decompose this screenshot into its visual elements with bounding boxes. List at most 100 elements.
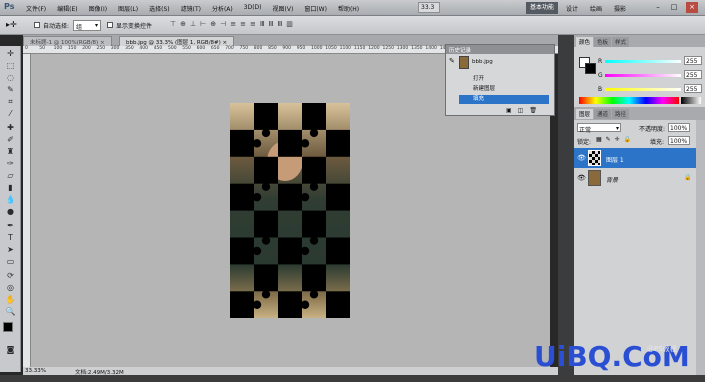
auto-select-checkbox[interactable]	[34, 21, 40, 28]
zoom-tool-icon[interactable]: 🔍	[5, 306, 16, 317]
layer-name[interactable]: 背景	[606, 175, 618, 184]
auto-align-icon[interactable]: ▥	[286, 20, 293, 28]
zoom-level-field[interactable]: 33.3	[418, 2, 440, 13]
lock-position-icon[interactable]: ✛	[615, 136, 620, 143]
visibility-eye-icon[interactable]: 👁	[577, 174, 586, 182]
background-swatch[interactable]	[585, 63, 596, 74]
snapshot-icon[interactable]: ◫	[518, 107, 524, 114]
menu-filter[interactable]: 滤镜(T)	[181, 4, 201, 13]
marquee-tool-icon[interactable]: ⬚	[5, 60, 16, 71]
fill-field[interactable]: 100%	[668, 136, 690, 145]
close-icon[interactable]: ×	[686, 2, 698, 13]
blur-tool-icon[interactable]: 💧	[5, 194, 16, 205]
layer-row-1[interactable]: 👁 图层 1	[574, 148, 696, 168]
tab-bbb[interactable]: bbb.jpg @ 33.3% (图层 1, RGB/8#) ×	[119, 36, 235, 46]
tab-styles[interactable]: 样式	[612, 37, 630, 47]
b-value[interactable]: 255	[684, 84, 702, 93]
g-value[interactable]: 255	[684, 70, 702, 79]
shape-tool-icon[interactable]: ▭	[5, 256, 16, 267]
history-item-new-layer[interactable]: 新建图层	[459, 85, 549, 94]
align-vcenter-icon[interactable]: ⊕	[180, 20, 186, 28]
3d-rotate-tool-icon[interactable]: ⟳	[5, 270, 16, 281]
tab-paths[interactable]: 路径	[612, 109, 630, 119]
align-left-icon[interactable]: ⊢	[200, 20, 206, 28]
quick-select-tool-icon[interactable]: ✎	[5, 84, 16, 95]
menu-analysis[interactable]: 分析(A)	[212, 4, 233, 13]
hand-tool-icon[interactable]: ✋	[5, 294, 16, 305]
distribute-left-icon[interactable]: Ⅲ	[260, 20, 265, 28]
r-value[interactable]: 255	[684, 56, 702, 65]
path-select-tool-icon[interactable]: ➤	[5, 244, 16, 255]
lock-all-icon[interactable]: 🔒	[624, 136, 631, 143]
tab-layers[interactable]: 图层	[576, 109, 594, 119]
status-zoom[interactable]: 33.33%	[25, 368, 46, 374]
healing-tool-icon[interactable]: ✚	[5, 122, 16, 133]
puzzle-image[interactable]	[230, 103, 350, 318]
quick-mask-icon[interactable]: ◙	[5, 344, 16, 355]
layers-scrollbar[interactable]	[696, 120, 705, 375]
history-panel-title[interactable]: 历史记录	[446, 45, 554, 54]
menu-edit[interactable]: 编辑(E)	[57, 4, 77, 13]
align-bottom-icon[interactable]: ⊥	[190, 20, 196, 28]
opacity-field[interactable]: 100%	[668, 123, 690, 132]
color-spectrum[interactable]	[579, 97, 679, 104]
b-slider[interactable]	[605, 88, 681, 91]
show-transform-checkbox[interactable]	[107, 21, 113, 28]
menu-help[interactable]: 帮助(H)	[338, 4, 359, 13]
menu-view[interactable]: 视图(V)	[273, 4, 294, 13]
snapshot-name[interactable]: bbb.jpg	[472, 59, 493, 65]
eyedropper-tool-icon[interactable]: ⁄	[5, 108, 16, 119]
foreground-color-swatch[interactable]	[3, 322, 13, 332]
3d-orbit-tool-icon[interactable]: ◎	[5, 282, 16, 293]
pen-tool-icon[interactable]: ✒	[5, 220, 16, 231]
tab-swatches[interactable]: 色板	[594, 37, 612, 47]
workspace-design[interactable]: 设计	[566, 4, 578, 13]
lock-transparency-icon[interactable]: ▦	[596, 136, 602, 143]
history-item-fill[interactable]: 填充	[459, 95, 549, 104]
workspace-photography[interactable]: 摄影	[614, 4, 626, 13]
workspace-essentials-button[interactable]: 基本功能	[526, 2, 558, 14]
menu-select[interactable]: 选择(S)	[149, 4, 170, 13]
type-tool-icon[interactable]: T	[5, 232, 16, 243]
move-tool-icon[interactable]: ▸✛	[6, 20, 17, 29]
trash-icon[interactable]: 🗑	[529, 107, 537, 114]
g-slider[interactable]	[605, 74, 681, 77]
tab-untitled[interactable]: 未标题-1 @ 100%(RGB/8) ×	[23, 36, 112, 46]
minimize-icon[interactable]: –	[652, 2, 664, 13]
r-slider[interactable]	[605, 60, 681, 63]
workspace-painting[interactable]: 绘画	[590, 4, 602, 13]
distribute-bottom-icon[interactable]: ≡	[250, 20, 256, 28]
grayscale-ramp[interactable]	[681, 97, 701, 104]
lock-pixels-icon[interactable]: ✎	[606, 136, 611, 143]
distribute-top-icon[interactable]: ≡	[230, 20, 236, 28]
distribute-vcenter-icon[interactable]: ≡	[240, 20, 246, 28]
snapshot-thumbnail[interactable]	[459, 56, 469, 69]
align-right-icon[interactable]: ⊣	[220, 20, 226, 28]
blend-mode-select[interactable]: 正常 ▾	[577, 123, 621, 134]
tab-channels[interactable]: 通道	[594, 109, 612, 119]
distribute-right-icon[interactable]: Ⅲ	[277, 20, 282, 28]
brush-source-icon[interactable]: ✎	[449, 57, 457, 65]
menu-window[interactable]: 窗口(W)	[304, 4, 327, 13]
eraser-tool-icon[interactable]: ▱	[5, 170, 16, 181]
align-top-icon[interactable]: ⊤	[170, 20, 176, 28]
new-document-icon[interactable]: ▣	[506, 107, 512, 114]
history-brush-tool-icon[interactable]: ✑	[5, 158, 16, 169]
layer-row-background[interactable]: 👁 背景 🔒	[574, 168, 696, 188]
maximize-icon[interactable]: □	[668, 2, 680, 13]
menu-file[interactable]: 文件(F)	[26, 4, 46, 13]
move-tool-icon[interactable]: ✛	[5, 48, 16, 59]
tab-color[interactable]: 颜色	[576, 37, 594, 47]
distribute-hcenter-icon[interactable]: Ⅲ	[269, 20, 274, 28]
menu-3d[interactable]: 3D(D)	[244, 4, 262, 13]
brush-tool-icon[interactable]: ✐	[5, 134, 16, 145]
menu-image[interactable]: 图像(I)	[89, 4, 107, 13]
menu-layer[interactable]: 图层(L)	[118, 4, 138, 13]
auto-select-dropdown[interactable]: 组 ▾	[73, 20, 101, 31]
crop-tool-icon[interactable]: ⌗	[5, 96, 16, 107]
history-item-open[interactable]: 打开	[459, 75, 549, 84]
align-hcenter-icon[interactable]: ⊕	[210, 20, 216, 28]
lasso-tool-icon[interactable]: ◌	[5, 72, 16, 83]
gradient-tool-icon[interactable]: ▮	[5, 182, 16, 193]
visibility-eye-icon[interactable]: 👁	[577, 154, 586, 162]
